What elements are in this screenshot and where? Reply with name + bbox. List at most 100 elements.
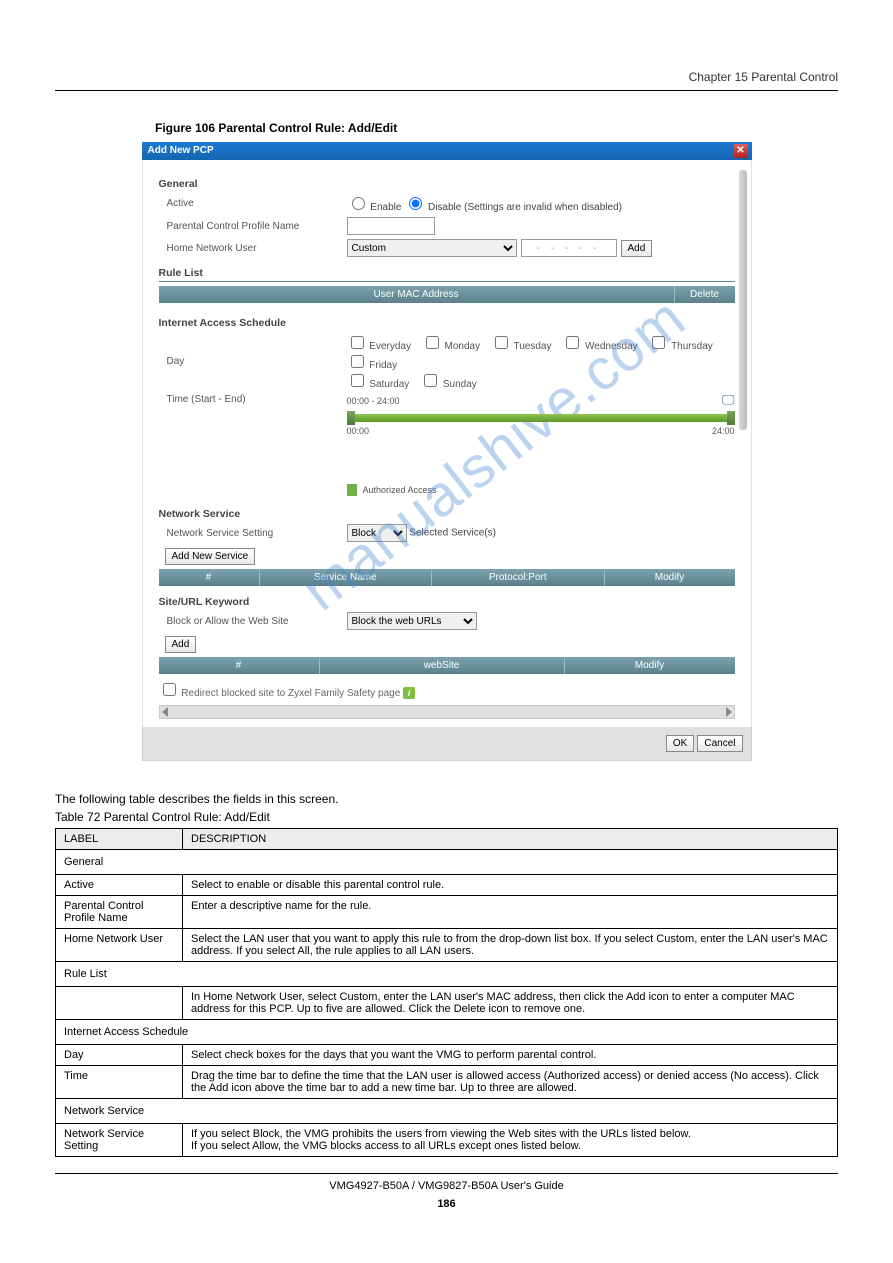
active-enable-radio[interactable] [352, 197, 365, 210]
row-service-c1: Network Service Setting [56, 1124, 183, 1157]
dialog: Add New PCP ✕ manualshive.com General Ac… [141, 141, 753, 762]
profile-name-label: Parental Control Profile Name [159, 221, 347, 232]
row-homeuser-c2: Select the LAN user that you want to app… [183, 929, 838, 962]
add-timebar-icon[interactable]: 🖵 [722, 392, 735, 408]
section-site-url: Site/URL Keyword [159, 596, 735, 608]
dialog-title: Add New PCP [148, 145, 214, 156]
row-service-setting: Network Service Setting Block Selected S… [159, 524, 735, 542]
site-th-num: # [159, 657, 320, 674]
scroll-left-icon[interactable] [162, 707, 168, 717]
day-tuesday: Tuesday [514, 341, 552, 352]
ok-button[interactable]: OK [666, 735, 694, 752]
row-time-c1: Time [56, 1066, 183, 1099]
active-label: Active [159, 198, 347, 209]
row-active: Active Enable Disable (Settings are inva… [159, 194, 735, 213]
redirect-checkbox[interactable] [163, 683, 176, 696]
block-allow-select[interactable]: Block the web URLs [347, 612, 477, 630]
footer-title: VMG4927-B50A / VMG9827-B50A User's Guide [329, 1180, 563, 1192]
row-profile-name: Parental Control Profile Name [159, 217, 735, 235]
table-description: The following table describes the fields… [55, 792, 838, 806]
row-section-service: Network Service [56, 1099, 838, 1124]
auth-access-text: Authorized Access [363, 485, 437, 495]
dialog-titlebar: Add New PCP ✕ [142, 142, 752, 160]
day-friday: Friday [369, 360, 397, 371]
service-th-name: Service Name [260, 569, 433, 586]
row-day-c2: Select check boxes for the days that you… [183, 1045, 838, 1066]
row-rulelist-c2: In Home Network User, select Custom, ent… [183, 987, 838, 1020]
day-saturday: Saturday [369, 379, 409, 390]
home-user-label: Home Network User [159, 243, 347, 254]
home-user-select[interactable]: Custom [347, 239, 517, 257]
authorized-access-legend: Authorized Access [347, 484, 735, 496]
service-th-modify: Modify [605, 569, 735, 586]
day-friday-checkbox[interactable] [351, 355, 364, 368]
section-schedule: Internet Access Schedule [159, 317, 735, 329]
active-disable-text: Disable (Settings are invalid when disab… [428, 202, 622, 213]
day-thursday-checkbox[interactable] [652, 336, 665, 349]
rule-list-header: User MAC Address Delete [159, 286, 735, 303]
cancel-button[interactable]: Cancel [697, 735, 742, 752]
close-icon[interactable]: ✕ [734, 144, 748, 158]
th-label: LABEL [56, 829, 183, 850]
day-thursday: Thursday [671, 341, 713, 352]
horizontal-scrollbar[interactable] [159, 705, 735, 719]
row-block-allow: Block or Allow the Web Site Block the we… [159, 612, 735, 630]
site-table-header: # webSite Modify [159, 657, 735, 674]
service-table-header: # Service Name Protocol:Port Modify [159, 569, 735, 586]
section-general: General [159, 178, 735, 190]
profile-name-input[interactable] [347, 217, 435, 235]
scrollbar-thumb[interactable] [739, 170, 747, 430]
section-network-service: Network Service [159, 508, 735, 520]
add-new-service-button[interactable]: Add New Service [165, 548, 256, 565]
row-time-c2: Drag the time bar to define the time tha… [183, 1066, 838, 1099]
mac-input[interactable] [521, 239, 617, 257]
time-handle-left[interactable] [347, 411, 355, 425]
service-th-protocol: Protocol:Port [432, 569, 605, 586]
add-mac-button[interactable]: Add [621, 240, 653, 257]
redirect-row: Redirect blocked site to Zyxel Family Sa… [159, 680, 735, 699]
day-wednesday-checkbox[interactable] [566, 336, 579, 349]
redirect-label: Redirect blocked site to Zyxel Family Sa… [181, 688, 400, 699]
th-description: DESCRIPTION [183, 829, 838, 850]
day-everyday-checkbox[interactable] [351, 336, 364, 349]
day-sunday-checkbox[interactable] [424, 374, 437, 387]
time-range-text: 00:00 - 24:00 [347, 396, 400, 406]
table-caption: Table 72 Parental Control Rule: Add/Edit [55, 810, 838, 824]
time-slider[interactable]: 00:00 - 24:00 🖵 00:00 24:00 [347, 400, 735, 440]
site-th-website: webSite [320, 657, 565, 674]
day-monday: Monday [445, 341, 481, 352]
row-profile-c2: Enter a descriptive name for the rule. [183, 896, 838, 929]
site-th-modify: Modify [565, 657, 735, 674]
add-url-button[interactable]: Add [165, 636, 197, 653]
row-section-general: General [56, 850, 838, 875]
scroll-right-icon[interactable] [726, 707, 732, 717]
time-start-text: 00:00 [347, 426, 370, 436]
bottom-rule [55, 1173, 838, 1174]
service-setting-label: Network Service Setting [159, 528, 347, 539]
description-table: LABEL DESCRIPTION General ActiveSelect t… [55, 828, 838, 1157]
row-day: Day Everyday Monday Tuesday Wednesday Th… [159, 333, 735, 390]
day-saturday-checkbox[interactable] [351, 374, 364, 387]
row-day-c1: Day [56, 1045, 183, 1066]
row-homeuser-c1: Home Network User [56, 929, 183, 962]
time-end-text: 24:00 [712, 426, 735, 436]
row-profile-c1: Parental Control Profile Name [56, 896, 183, 929]
info-icon[interactable]: i [403, 687, 415, 699]
rule-list-th-mac: User MAC Address [159, 286, 675, 303]
time-track [347, 414, 735, 422]
time-handle-right[interactable] [727, 411, 735, 425]
time-label: Time (Start - End) [159, 394, 347, 405]
row-active-c2: Select to enable or disable this parenta… [183, 875, 838, 896]
day-wednesday: Wednesday [585, 341, 638, 352]
day-tuesday-checkbox[interactable] [495, 336, 508, 349]
section-rule-list: Rule List [159, 267, 735, 282]
day-sunday: Sunday [443, 379, 477, 390]
day-monday-checkbox[interactable] [426, 336, 439, 349]
service-setting-suffix: Selected Service(s) [409, 528, 496, 539]
service-th-num: # [159, 569, 260, 586]
service-setting-select[interactable]: Block [347, 524, 407, 542]
active-disable-radio[interactable] [409, 197, 422, 210]
chapter-heading: Chapter 15 Parental Control [55, 70, 838, 84]
active-enable-text: Enable [370, 202, 401, 213]
row-rulelist-c1 [56, 987, 183, 1020]
